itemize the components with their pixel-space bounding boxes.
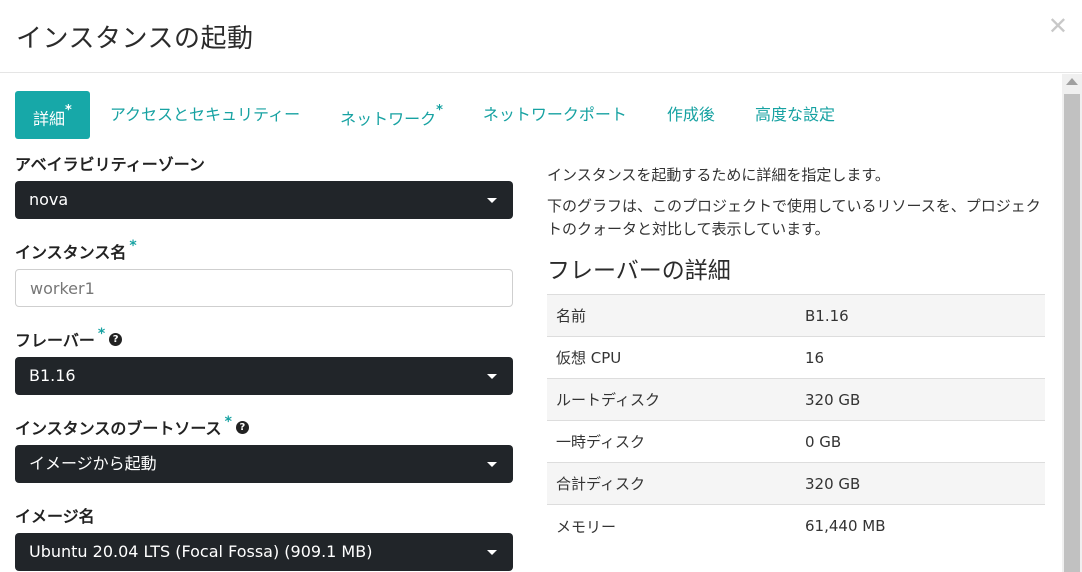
availability-zone-label-text: アベイラビリティーゾーン: [15, 155, 205, 174]
row-value: 320 GB: [805, 390, 861, 409]
flavor-label: フレーバー *?: [15, 326, 513, 350]
row-key: 仮想 CPU: [556, 349, 622, 367]
flavor-details-title: フレーバーの詳細: [547, 258, 731, 284]
row-key: ルートディスク: [556, 391, 660, 409]
image-name-value: Ubuntu 20.04 LTS (Focal Fossa) (909.1 MB…: [29, 542, 373, 561]
image-name-group: イメージ名 Ubuntu 20.04 LTS (Focal Fossa) (90…: [15, 504, 513, 571]
table-row: 名前 B1.16: [547, 295, 1045, 337]
required-marker: *: [97, 326, 106, 342]
instance-name-label: インスタンス名 *: [15, 238, 513, 262]
dialog-header: インスタンスの起動 ✕: [0, 0, 1082, 73]
tab-networking[interactable]: ネットワーク*: [320, 91, 463, 139]
tab-advanced[interactable]: 高度な設定: [735, 91, 855, 139]
row-value: 320 GB: [805, 474, 861, 493]
close-icon[interactable]: ✕: [1048, 12, 1068, 40]
tab-networking-label: ネットワーク: [340, 109, 437, 129]
availability-zone-value: nova: [29, 190, 69, 209]
description-text: インスタンスを起動するために詳細を指定します。: [547, 166, 890, 184]
required-marker: *: [65, 103, 72, 118]
scrollbar-thumb[interactable]: [1064, 94, 1080, 572]
dialog-title: インスタンスの起動: [16, 24, 254, 54]
flavor-select[interactable]: B1.16: [15, 357, 513, 395]
row-key: 合計ディスク: [556, 475, 645, 493]
details-info-panel: インスタンスを起動するために詳細を指定します。 下のグラフは、このプロジェクトで…: [547, 164, 1045, 547]
flavor-value: B1.16: [29, 366, 76, 385]
wizard-tabs: 詳細* アクセスとセキュリティー ネットワーク* ネットワークポート 作成後 高…: [15, 91, 855, 139]
row-value: B1.16: [805, 306, 849, 325]
row-key: 一時ディスク: [556, 433, 645, 451]
boot-source-value: イメージから起動: [29, 454, 157, 473]
boot-source-select[interactable]: イメージから起動: [15, 445, 513, 483]
image-name-label-text: イメージ名: [15, 507, 95, 526]
caret-down-icon: [487, 198, 497, 203]
tab-network-ports-label: ネットワークポート: [482, 105, 627, 124]
availability-zone-group: アベイラビリティーゾーン nova: [15, 152, 513, 219]
instance-name-group: インスタンス名 *: [15, 238, 513, 307]
required-marker: *: [436, 103, 443, 118]
image-name-select[interactable]: Ubuntu 20.04 LTS (Focal Fossa) (909.1 MB…: [15, 533, 513, 571]
flavor-group: フレーバー *? B1.16: [15, 326, 513, 395]
availability-zone-select[interactable]: nova: [15, 181, 513, 219]
tab-post-creation-label: 作成後: [666, 105, 715, 124]
boot-source-label: インスタンスのブートソース *?: [15, 414, 513, 438]
launch-instance-dialog: インスタンスの起動 ✕ 詳細* アクセスとセキュリティー ネットワーク* ネット…: [0, 0, 1082, 572]
flavor-details-table: 名前 B1.16 仮想 CPU 16 ルートディスク 320 GB 一時ディスク 0 G…: [547, 294, 1045, 547]
instance-name-input[interactable]: [15, 269, 513, 307]
table-row: メモリー 61,440 MB: [547, 505, 1045, 547]
scroll-up-arrow-icon[interactable]: [1066, 78, 1078, 85]
dialog-body: 詳細* アクセスとセキュリティー ネットワーク* ネットワークポート 作成後 高…: [0, 74, 1082, 572]
question-circle-icon[interactable]: ?: [235, 420, 249, 434]
table-row: ルートディスク 320 GB: [547, 379, 1045, 421]
tab-post-creation[interactable]: 作成後: [647, 91, 735, 139]
details-form: アベイラビリティーゾーン nova インスタンス名* フレーバー*? B1.16…: [15, 152, 513, 572]
vertical-scrollbar[interactable]: [1062, 74, 1082, 572]
required-marker: *: [224, 414, 232, 430]
instance-name-label-text: インスタンス名: [15, 243, 127, 262]
row-key: メモリー: [556, 517, 617, 536]
row-value: 0 GB: [805, 432, 842, 451]
table-row: 合計ディスク 320 GB: [547, 463, 1045, 505]
tab-details[interactable]: 詳細*: [15, 91, 90, 139]
image-name-label: イメージ名: [15, 504, 513, 526]
flavor-label-text: フレーバー: [15, 331, 95, 350]
tab-access-security[interactable]: アクセスとセキュリティー: [90, 91, 320, 139]
row-value: 61,440 MB: [805, 517, 886, 535]
tab-advanced-label: 高度な設定: [754, 105, 835, 124]
table-row: 一時ディスク 0 GB: [547, 421, 1045, 463]
tab-network-ports[interactable]: ネットワークポート: [463, 91, 647, 139]
caret-down-icon: [487, 550, 497, 555]
quota-description-text: 下のグラフは、このプロジェクトで使用しているリソースを、プロジェクトのクォータと…: [547, 197, 1041, 238]
availability-zone-label: アベイラビリティーゾーン: [15, 152, 513, 174]
tab-details-label: 詳細: [33, 109, 66, 129]
boot-source-label-text: インスタンスのブートソース: [15, 419, 222, 438]
required-marker: *: [129, 238, 137, 254]
table-row: 仮想 CPU 16: [547, 337, 1045, 379]
row-key: 名前: [556, 307, 587, 325]
caret-down-icon: [487, 462, 497, 467]
caret-down-icon: [487, 374, 497, 379]
question-circle-icon[interactable]: ?: [109, 332, 123, 346]
row-value: 16: [805, 348, 825, 367]
boot-source-group: インスタンスのブートソース *? イメージから起動: [15, 414, 513, 483]
tab-access-security-label: アクセスとセキュリティー: [109, 105, 301, 124]
